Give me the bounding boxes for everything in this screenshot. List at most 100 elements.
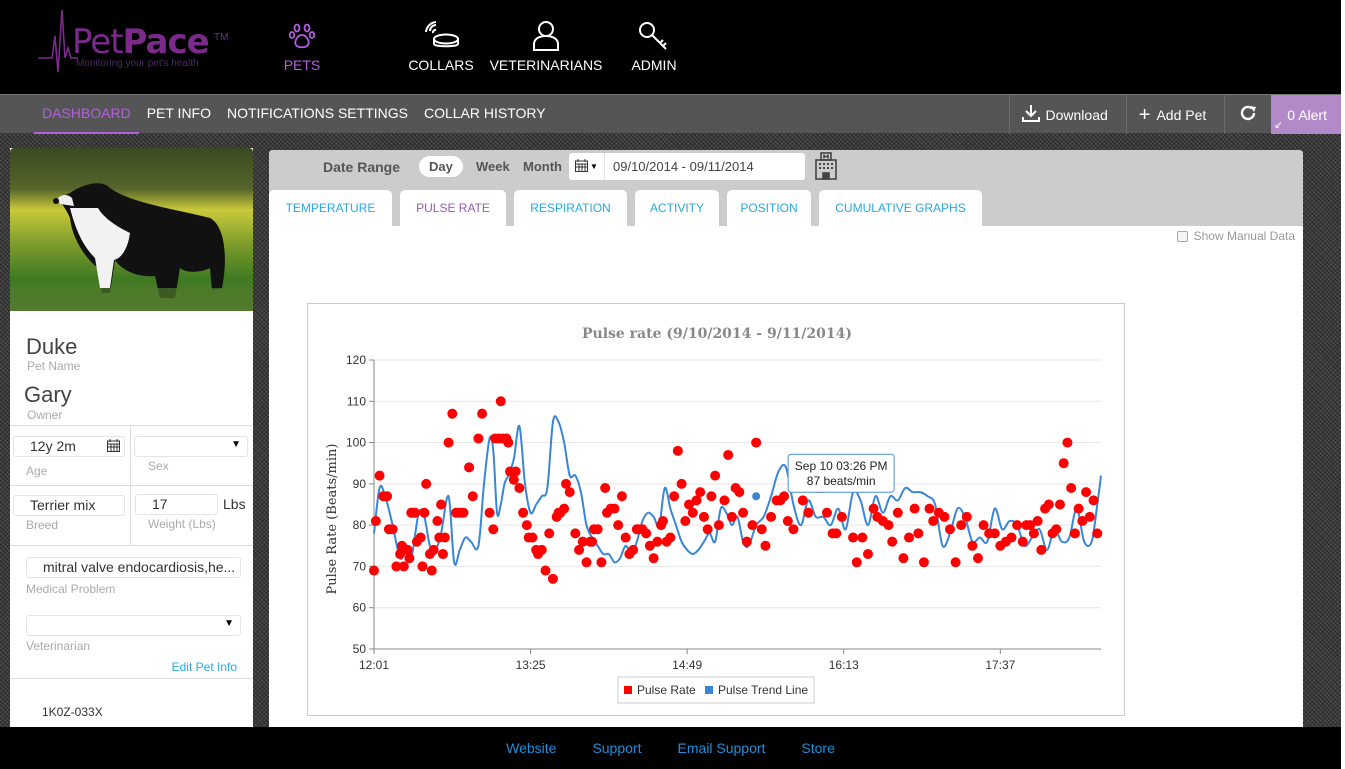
age-value: 12y 2m <box>30 438 76 454</box>
data-point <box>370 516 381 527</box>
show-manual-data-checkbox[interactable] <box>1176 230 1188 242</box>
brand-name: PetPace <box>72 22 210 62</box>
footer-link-website[interactable]: Website <box>506 740 556 756</box>
subnav-pet-info[interactable]: PET INFO <box>139 95 219 134</box>
y-tick-label: 120 <box>346 353 366 367</box>
breed-field[interactable]: Terrier mix <box>13 495 125 516</box>
footer-link-store[interactable]: Store <box>801 740 834 756</box>
range-month-button[interactable]: Month <box>513 156 572 177</box>
range-week-button[interactable]: Week <box>466 156 520 177</box>
sex-label: Sex <box>148 459 169 473</box>
page-edge <box>1341 0 1345 769</box>
data-point <box>648 553 659 564</box>
y-tick-label: 80 <box>353 518 367 532</box>
data-point <box>989 528 1000 539</box>
data-point <box>620 532 631 543</box>
data-point <box>760 540 771 551</box>
add-pet-button[interactable]: + Add Pet <box>1125 95 1225 134</box>
sex-select[interactable]: ▼ <box>134 436 248 457</box>
data-point <box>1073 503 1084 514</box>
data-point <box>510 466 521 477</box>
legend-swatch-pulse-rate <box>624 686 632 694</box>
tab-position[interactable]: POSITION <box>727 190 811 226</box>
refresh-button[interactable] <box>1224 95 1271 134</box>
data-point <box>514 482 525 493</box>
data-point <box>857 532 868 543</box>
subnav-dashboard[interactable]: DASHBOARD <box>34 95 139 134</box>
dashboard-toolbar: Date Range Day Week Month ▼ 09/10/2014 -… <box>269 150 1303 226</box>
data-point <box>382 491 393 502</box>
data-point <box>803 507 814 518</box>
dropdown-caret-icon: ▼ <box>224 618 234 629</box>
medical-problem-value: mitral valve endocardiosis,he... <box>43 559 236 575</box>
weight-field[interactable]: 17 <box>135 494 218 515</box>
tab-temperature[interactable]: TEMPERATURE <box>269 190 392 226</box>
age-field[interactable]: 12y 2m <box>13 436 125 457</box>
nav-pets[interactable]: PETS <box>268 0 336 94</box>
medical-problem-field[interactable]: mitral valve endocardiosis,he... <box>26 557 241 578</box>
tab-cumulative-graphs[interactable]: CUMULATIVE GRAPHS <box>819 190 982 226</box>
petpace-logo[interactable]: PetPace TM Monitoring your pet's health <box>38 6 238 76</box>
date-range-input[interactable]: ▼ 09/10/2014 - 09/11/2014 <box>569 153 805 180</box>
show-manual-data-toggle[interactable]: Show Manual Data <box>1176 229 1295 243</box>
calendar-icon <box>575 158 589 175</box>
tab-respiration[interactable]: RESPIRATION <box>514 190 627 226</box>
download-button[interactable]: Download <box>1008 95 1126 134</box>
x-tick-label: 12:01 <box>359 658 389 672</box>
data-point <box>439 532 450 543</box>
data-point <box>1066 482 1077 493</box>
data-point <box>1058 458 1069 469</box>
data-point <box>939 511 950 522</box>
data-point <box>369 565 379 576</box>
data-point <box>398 561 409 572</box>
data-point <box>1054 499 1065 510</box>
age-label: Age <box>26 464 48 478</box>
divider <box>10 425 253 426</box>
data-point <box>581 557 592 568</box>
data-point <box>467 491 478 502</box>
data-point <box>1051 524 1062 535</box>
data-point <box>719 495 730 506</box>
data-point <box>862 549 873 560</box>
data-point <box>477 408 488 419</box>
data-point <box>848 532 859 543</box>
data-point <box>1088 495 1099 506</box>
data-point <box>410 507 421 518</box>
hovered-point <box>752 492 761 501</box>
data-point <box>628 544 639 555</box>
data-point <box>1081 487 1092 498</box>
dropdown-caret-icon: ▼ <box>590 162 598 171</box>
data-point <box>1006 532 1017 543</box>
data-point <box>587 536 598 547</box>
veterinarian-select[interactable]: ▼ <box>26 615 241 636</box>
data-point <box>836 511 847 522</box>
nav-veterinarians[interactable]: VETERINARIANS <box>490 0 602 94</box>
nav-admin[interactable]: ADMIN <box>614 0 694 94</box>
tab-activity[interactable]: ACTIVITY <box>635 190 719 226</box>
alert-button[interactable]: ↙ 0 Alert <box>1271 95 1341 134</box>
collar-id: 1K0Z-033X <box>42 705 103 719</box>
edit-pet-info-link[interactable]: Edit Pet Info <box>172 660 237 674</box>
calendar-dropdown-button[interactable]: ▼ <box>569 153 605 180</box>
footer-link-email-support[interactable]: Email Support <box>677 740 765 756</box>
tab-pulse-rate[interactable]: PULSE RATE <box>400 190 506 226</box>
hospital-icon[interactable] <box>815 152 837 185</box>
show-manual-data-label: Show Manual Data <box>1193 229 1295 243</box>
data-point <box>913 528 924 539</box>
data-point <box>831 528 842 539</box>
breed-value: Terrier mix <box>30 497 96 513</box>
data-point <box>892 507 903 518</box>
data-point <box>665 532 676 543</box>
subnav-notifications-settings[interactable]: NOTIFICATIONS SETTINGS <box>219 95 416 134</box>
data-point <box>747 520 758 531</box>
weight-value: 17 <box>152 496 168 512</box>
main-nav: PETS COLLARS VETERINARIANS ADMIN <box>268 0 694 94</box>
weight-label: Weight (Lbs) <box>148 517 216 531</box>
download-label: Download <box>1045 106 1108 123</box>
header-actions: Download + Add Pet ↙ 0 Alert <box>1008 95 1341 134</box>
subnav-collar-history[interactable]: COLLAR HISTORY <box>416 95 554 134</box>
range-day-button[interactable]: Day <box>419 156 463 177</box>
footer-link-support[interactable]: Support <box>592 740 641 756</box>
data-point <box>518 507 529 518</box>
data-point <box>710 470 721 481</box>
